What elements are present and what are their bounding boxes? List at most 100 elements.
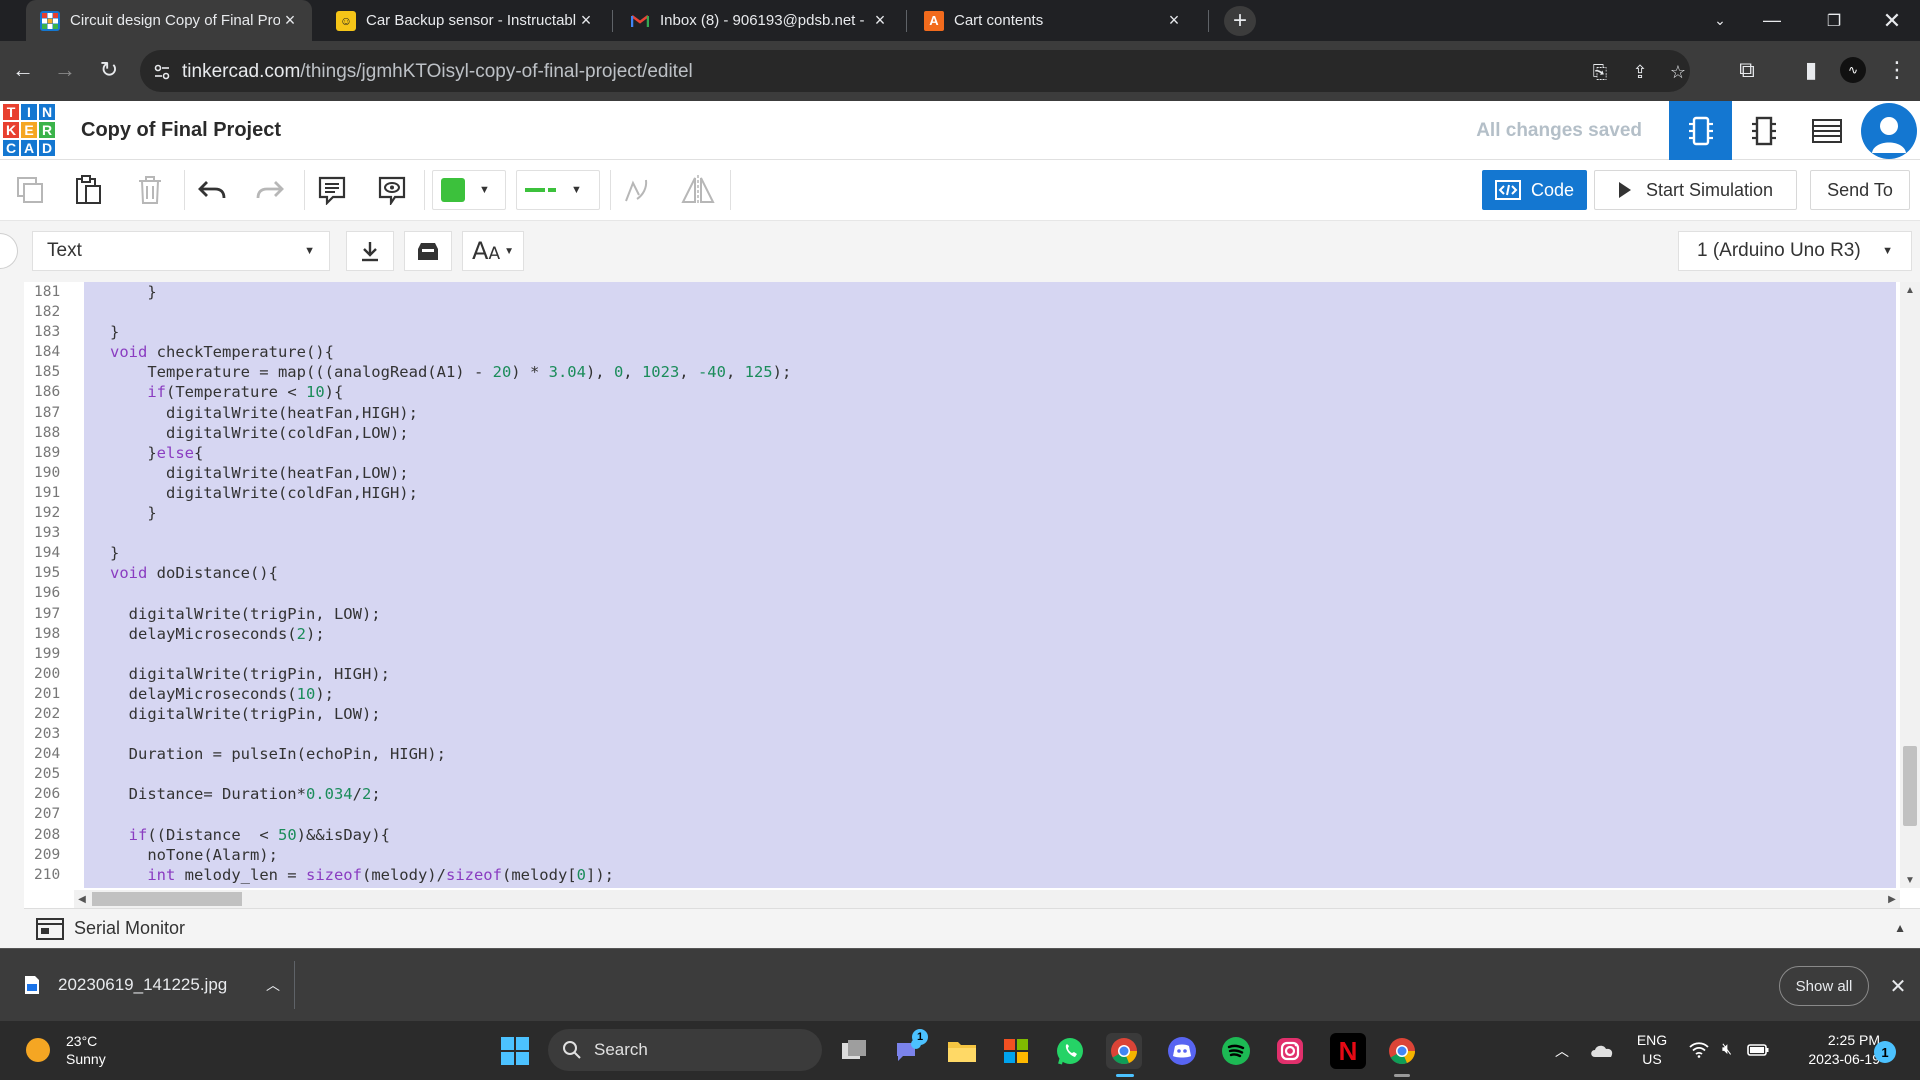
whatsapp-app[interactable] <box>1052 1033 1088 1069</box>
serial-monitor-bar[interactable]: Serial Monitor ▲ <box>24 908 1920 948</box>
profile-button[interactable]: ∿ <box>1834 51 1872 89</box>
forward-button[interactable]: → <box>46 51 84 89</box>
download-code-button[interactable] <box>346 231 394 271</box>
start-simulation-button[interactable]: Start Simulation <box>1594 170 1797 210</box>
scroll-thumb[interactable] <box>92 892 242 906</box>
input-language[interactable]: ENG US <box>1632 1031 1672 1069</box>
notes-visibility-button[interactable] <box>372 170 412 210</box>
tab-search-button[interactable]: ⌄ <box>1692 0 1748 41</box>
puzzle-icon: ⧉ <box>1739 57 1755 82</box>
show-hidden-icons-button[interactable]: ︿ <box>1552 1041 1572 1061</box>
reload-button[interactable]: ↻ <box>90 51 128 89</box>
side-panel-button[interactable]: ▮ <box>1792 51 1830 89</box>
delete-button[interactable] <box>130 170 170 210</box>
user-icon <box>1872 117 1906 153</box>
code-button[interactable]: Code <box>1482 170 1587 210</box>
close-tab-icon[interactable]: × <box>280 10 300 31</box>
undo-button[interactable] <box>192 170 232 210</box>
close-downloads-button[interactable]: ✕ <box>1883 971 1913 1001</box>
close-tab-icon[interactable]: × <box>1164 10 1184 31</box>
restore-button[interactable]: ❐ <box>1806 0 1862 41</box>
show-all-downloads-button[interactable]: Show all <box>1779 966 1869 1006</box>
scroll-down-icon[interactable]: ▼ <box>1900 872 1920 888</box>
vertical-scrollbar[interactable]: ▲ ▼ <box>1900 282 1920 888</box>
netflix-app[interactable]: N <box>1330 1033 1366 1069</box>
task-view-button[interactable] <box>836 1033 872 1069</box>
notification-badge[interactable]: 1 <box>1874 1041 1896 1063</box>
copy-button[interactable] <box>10 170 50 210</box>
extensions-button[interactable]: ⧉ <box>1728 51 1766 89</box>
weather-condition: Sunny <box>66 1051 106 1067</box>
scroll-up-icon[interactable]: ▲ <box>1900 282 1920 298</box>
paste-button[interactable] <box>68 170 108 210</box>
weather-widget[interactable]: 23°C Sunny <box>26 1032 106 1068</box>
flip-button[interactable] <box>678 170 718 210</box>
circuit-view-button[interactable] <box>1669 101 1732 160</box>
code-token: sizeof <box>305 865 362 884</box>
instagram-app[interactable] <box>1272 1033 1308 1069</box>
chrome-app[interactable] <box>1106 1033 1142 1069</box>
share-icon[interactable]: ⇪ <box>1628 60 1652 84</box>
horizontal-scrollbar[interactable]: ◀ ▶ <box>74 890 1900 908</box>
scroll-right-icon[interactable]: ▶ <box>1884 890 1900 908</box>
scroll-thumb[interactable] <box>1903 746 1917 826</box>
line-number: 189 <box>34 444 61 461</box>
component-list-button[interactable] <box>1795 101 1858 160</box>
close-window-button[interactable]: ✕ <box>1864 0 1920 41</box>
tab-inbox[interactable]: Inbox (8) - 906193@pdsb.net - × <box>616 0 902 41</box>
color-swatch <box>441 178 465 202</box>
microsoft-store-app[interactable] <box>998 1033 1034 1069</box>
system-clock[interactable]: 2:25 PM 2023-06-19 <box>1780 1031 1880 1069</box>
chrome-menu-button[interactable]: ⋮ <box>1878 51 1916 89</box>
library-button[interactable] <box>404 231 452 271</box>
code-line: digitalWrite(heatFan,HIGH); <box>110 403 791 423</box>
send-to-button[interactable]: Send To <box>1810 170 1910 210</box>
line-number: 194 <box>34 545 61 562</box>
download-item[interactable]: 20230619_141225.jpg ︿ <box>10 961 295 1009</box>
close-tab-icon[interactable]: × <box>576 10 596 31</box>
code-token: delayMicroseconds( <box>110 684 297 703</box>
onedrive-button[interactable] <box>1588 1039 1616 1061</box>
wifi-button[interactable] <box>1688 1039 1710 1061</box>
caret-up-icon[interactable]: ▲ <box>1894 921 1906 935</box>
code-editor[interactable]: 181 182 183 184 185 186 187 188 189 190 191 192 193 1… <box>24 282 1896 888</box>
code-mode-select[interactable]: Text ▼ <box>32 231 330 271</box>
tab-car-backup[interactable]: ☺ Car Backup sensor - Instructabl × <box>322 0 608 41</box>
notes-button[interactable] <box>312 170 352 210</box>
tinkercad-logo[interactable]: T I N K E R C A D <box>2 103 56 157</box>
chrome-profile-app[interactable] <box>1384 1033 1420 1069</box>
address-bar[interactable]: tinkercad.com/things/jgmhKTOisyl-copy-of… <box>140 50 1690 92</box>
code-text-area[interactable]: }} void checkTemperature(){ Temperature =… <box>84 282 1896 888</box>
back-button[interactable]: ← <box>4 51 42 89</box>
spotify-app[interactable] <box>1218 1033 1254 1069</box>
minimize-button[interactable]: — <box>1744 0 1800 41</box>
start-button[interactable] <box>500 1036 530 1066</box>
project-title[interactable]: Copy of Final Project <box>81 119 281 142</box>
rotate-button[interactable] <box>616 170 656 210</box>
user-avatar[interactable] <box>1861 103 1917 159</box>
tab-title: Circuit design Copy of Final Pro <box>70 12 280 29</box>
redo-button[interactable] <box>250 170 290 210</box>
volume-button[interactable]: 🔇︎ <box>1716 1039 1738 1061</box>
site-info-icon[interactable] <box>150 60 174 84</box>
panel-resize-handle[interactable] <box>0 233 18 269</box>
tab-circuit-design[interactable]: Circuit design Copy of Final Pro × <box>26 0 312 41</box>
discord-app[interactable] <box>1164 1033 1200 1069</box>
font-size-button[interactable]: AA ▼ <box>462 231 524 271</box>
wire-style-dropdown[interactable]: ▼ <box>516 170 600 210</box>
wire-color-dropdown[interactable]: ▼ <box>432 170 506 210</box>
new-tab-button[interactable]: + <box>1224 6 1256 36</box>
chevron-up-icon[interactable]: ︿ <box>266 975 280 995</box>
tab-cart[interactable]: A Cart contents × <box>910 0 1196 41</box>
device-select[interactable]: 1 (Arduino Uno R3) ▼ <box>1678 231 1912 271</box>
bookmark-star-icon[interactable]: ☆ <box>1666 60 1690 84</box>
battery-button[interactable] <box>1746 1039 1770 1061</box>
taskbar-search[interactable]: Search <box>548 1029 822 1071</box>
schematic-view-button[interactable] <box>1732 101 1795 160</box>
file-explorer-app[interactable] <box>944 1033 980 1069</box>
scroll-left-icon[interactable]: ◀ <box>74 890 90 908</box>
close-tab-icon[interactable]: × <box>870 10 890 31</box>
teams-app[interactable]: 1 <box>890 1029 928 1069</box>
code-line: } <box>110 282 791 302</box>
install-app-icon[interactable]: ⎘ <box>1588 60 1612 84</box>
